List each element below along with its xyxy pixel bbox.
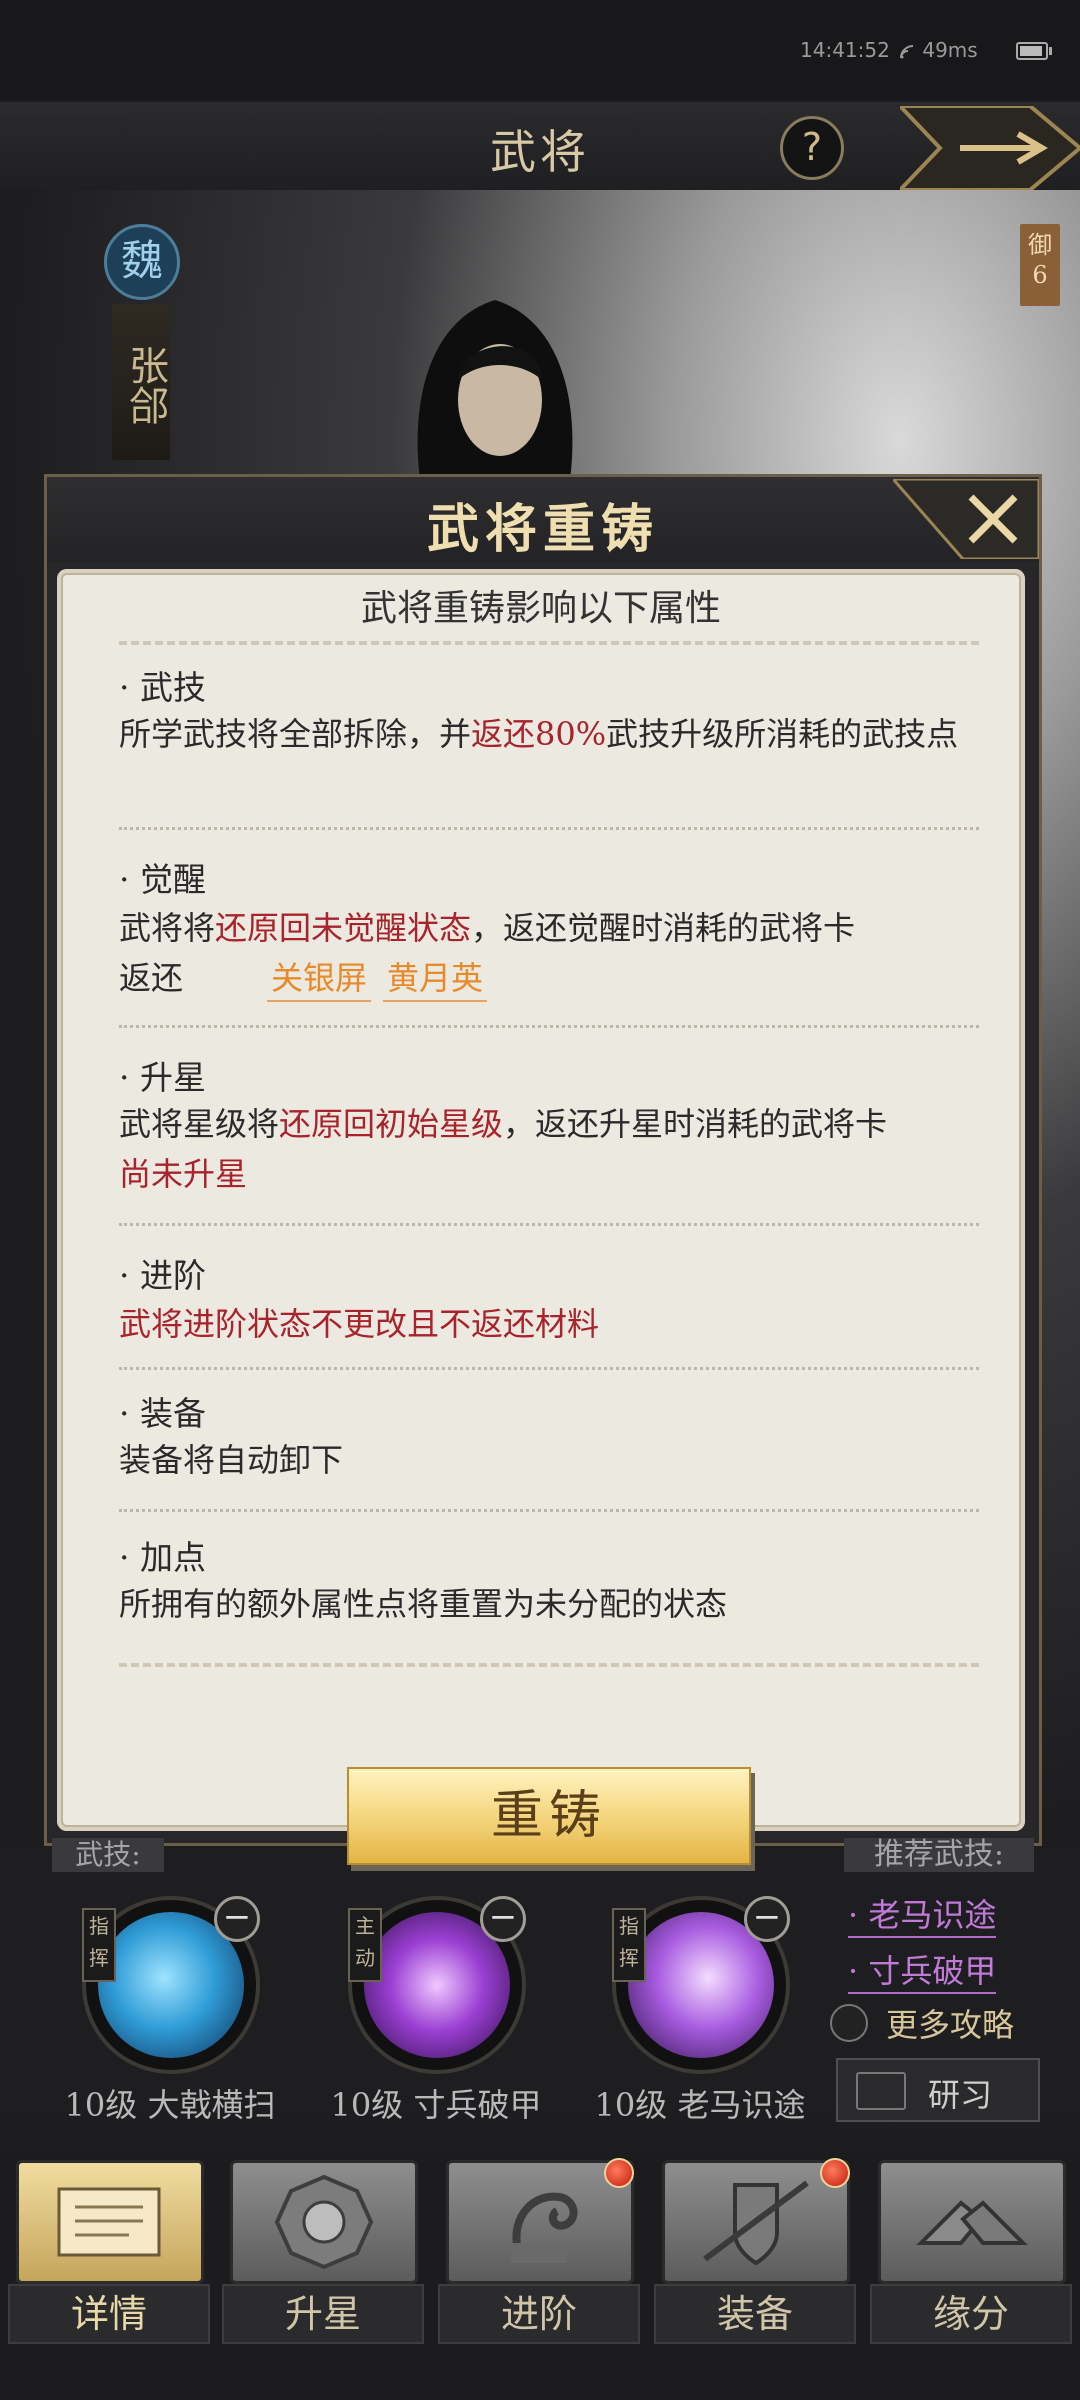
more-guides-link[interactable]: 更多攻略 bbox=[830, 2000, 1030, 2044]
section-points-text: 所拥有的额外属性点将重置为未分配的状态 bbox=[119, 1585, 728, 1623]
close-icon[interactable] bbox=[893, 479, 1039, 559]
faction-badge: 魏 bbox=[104, 224, 180, 300]
next-arrow-icon[interactable] bbox=[900, 106, 1080, 190]
section-advance-text: 武将进阶状态不更改且不返还材料 bbox=[119, 1305, 600, 1343]
divider bbox=[119, 1367, 979, 1370]
section-star-text: 武将星级将还原回初始星级，返还升星时消耗的武将卡 bbox=[119, 1105, 888, 1143]
skill-slot[interactable]: 主动 − bbox=[348, 1896, 526, 2074]
section-star-status: 尚未升星 bbox=[119, 1155, 248, 1193]
scroll-icon bbox=[856, 2072, 906, 2110]
section-skill-text: 所学武技将全部拆除，并返还80%武技升级所消耗的武技点 bbox=[119, 715, 959, 753]
section-points-heading: · 加点 bbox=[119, 1538, 206, 1577]
tab-details[interactable]: 详情 bbox=[8, 2156, 210, 2346]
section-advance-heading: · 进阶 bbox=[119, 1256, 206, 1295]
dialog-header: 武将重铸 bbox=[47, 477, 1039, 563]
recommended-skill-link[interactable]: · 寸兵破甲 bbox=[848, 1946, 997, 1994]
scroll-icon bbox=[16, 2160, 204, 2284]
hero-name: 张郃 bbox=[112, 304, 170, 460]
reforge-button[interactable]: 重铸 bbox=[347, 1767, 751, 1865]
section-equip-text: 装备将自动卸下 bbox=[119, 1441, 344, 1479]
battery-icon bbox=[1016, 42, 1052, 60]
bagua-icon bbox=[230, 2160, 418, 2284]
status-time: 14:41:52 bbox=[800, 38, 890, 62]
recommended-label: 推荐武技: bbox=[844, 1838, 1034, 1872]
book-icon bbox=[830, 2004, 868, 2042]
section-equip-heading: · 装备 bbox=[119, 1394, 206, 1433]
network-latency: 49ms bbox=[900, 38, 978, 62]
skills-label: 武技: bbox=[52, 1838, 164, 1872]
tab-star-up[interactable]: 升星 bbox=[222, 2156, 424, 2346]
skill-name: 10级 老马识途 bbox=[594, 2086, 806, 2124]
reforge-dialog: 武将重铸 武将重铸影响以下属性 · 武技 所学武技将全部拆除，并返还80%武技升… bbox=[44, 474, 1042, 1865]
section-awaken-heading: · 觉醒 bbox=[119, 860, 206, 899]
notification-badge bbox=[820, 2158, 850, 2188]
skill-name: 10级 大戟横扫 bbox=[64, 2086, 276, 2124]
tab-bond[interactable]: 缘分 bbox=[870, 2156, 1072, 2346]
divider bbox=[119, 641, 979, 645]
divider bbox=[119, 1663, 979, 1667]
section-star-heading: · 升星 bbox=[119, 1058, 206, 1097]
defense-badge: 御6 bbox=[1020, 224, 1060, 306]
section-skill-heading: · 武技 bbox=[119, 668, 206, 707]
remove-skill-button[interactable]: − bbox=[480, 1896, 526, 1942]
section-awaken-text: 武将将还原回未觉醒状态，返还觉醒时消耗的武将卡 bbox=[119, 909, 856, 947]
study-button[interactable]: 研习 bbox=[836, 2058, 1040, 2122]
tab-equipment[interactable]: 装备 bbox=[654, 2156, 856, 2346]
dialog-content: 武将重铸影响以下属性 · 武技 所学武技将全部拆除，并返还80%武技升级所消耗的… bbox=[57, 569, 1025, 1865]
remove-skill-button[interactable]: − bbox=[744, 1896, 790, 1942]
top-nav: 武将 ? bbox=[0, 102, 1080, 192]
section-awaken-return: 返还 关银屏 黄月英 bbox=[119, 953, 989, 1003]
skill-name: 10级 寸兵破甲 bbox=[330, 2086, 542, 2124]
notification-badge bbox=[604, 2158, 634, 2188]
divider bbox=[119, 1025, 979, 1028]
divider bbox=[119, 1509, 979, 1512]
status-bar: 14:41:52 49ms bbox=[0, 0, 1080, 100]
dialog-subtitle: 武将重铸影响以下属性 bbox=[360, 588, 721, 629]
hero-portrait bbox=[417, 300, 573, 480]
skill-type-tag: 指挥 bbox=[82, 1908, 116, 1982]
recommended-skill-link[interactable]: · 老马识途 bbox=[848, 1890, 997, 1938]
remove-skill-button[interactable]: − bbox=[214, 1896, 260, 1942]
skill-type-tag: 主动 bbox=[348, 1908, 382, 1982]
tab-advance[interactable]: 进阶 bbox=[438, 2156, 640, 2346]
signal-icon bbox=[900, 44, 914, 58]
divider bbox=[119, 827, 979, 830]
divider bbox=[119, 1223, 979, 1226]
return-card-link[interactable]: 关银屏 bbox=[267, 956, 372, 1002]
skill-slot[interactable]: 指挥 − bbox=[82, 1896, 260, 2074]
dialog-title: 武将重铸 bbox=[426, 499, 659, 560]
return-card-link[interactable]: 黄月英 bbox=[383, 956, 488, 1002]
help-button[interactable]: ? bbox=[780, 116, 844, 180]
skill-type-tag: 指挥 bbox=[612, 1908, 646, 1982]
handshake-icon bbox=[878, 2160, 1066, 2284]
skill-slot[interactable]: 指挥 − bbox=[612, 1896, 790, 2074]
